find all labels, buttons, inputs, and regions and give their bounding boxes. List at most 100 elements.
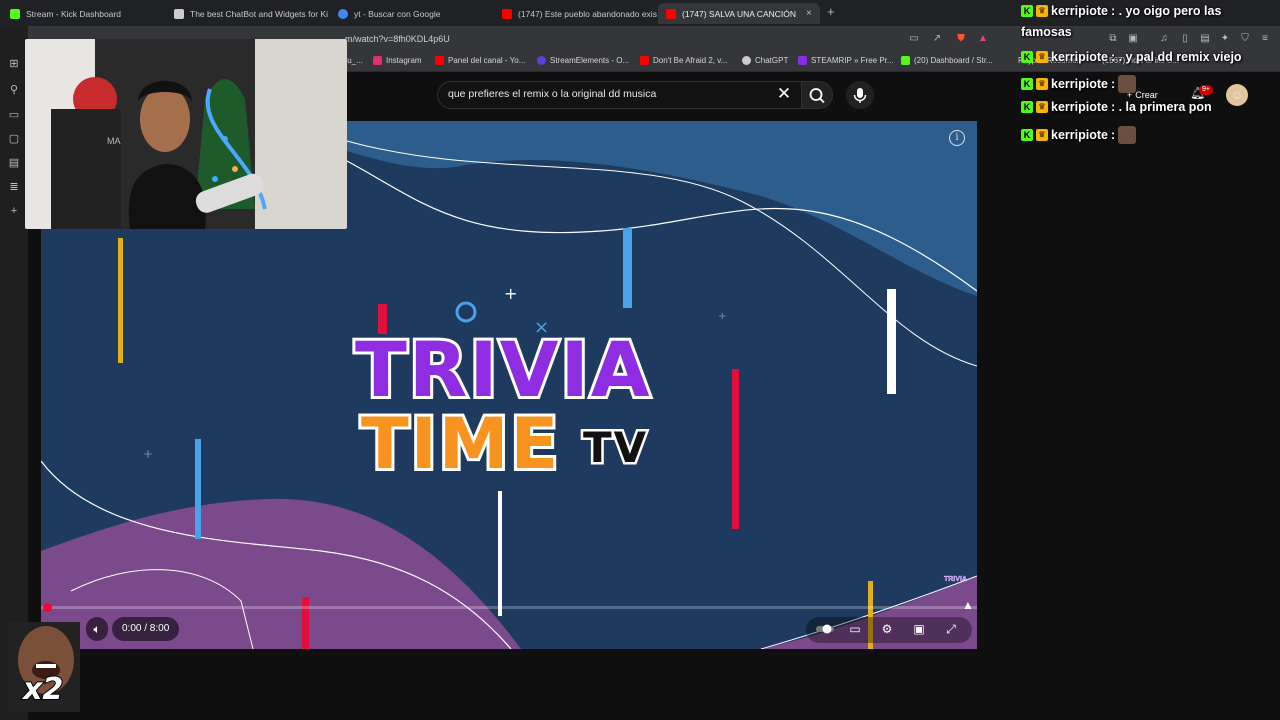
chat-message: K ♛ kerripiote : <box>1021 126 1137 144</box>
youtube-favicon-icon <box>502 8 512 19</box>
kick-icon <box>901 56 910 65</box>
kick-badge-icon: K <box>1021 129 1033 141</box>
chat-message: K ♛ kerripiote : . la primera pon <box>1021 100 1212 114</box>
crown-badge-icon: ♛ <box>1036 129 1048 141</box>
bookmark-streamelements[interactable]: StreamElements - O... <box>537 56 629 65</box>
settings-icon[interactable]: ⚙ <box>879 621 895 637</box>
chat-text: : . yo oigo pero las <box>1110 4 1222 18</box>
channel-watermark[interactable]: TRIVIA <box>944 576 967 583</box>
logo-tv: TV <box>580 421 649 475</box>
svg-text:+: + <box>718 311 726 322</box>
music-icon[interactable]: ♫ <box>1158 33 1170 45</box>
chat-message: K ♛ kerripiote : <box>1021 75 1137 93</box>
search-query: que prefieres el remix o la original dd … <box>448 88 657 100</box>
progress-bar[interactable] <box>41 606 977 609</box>
youtube-icon <box>640 56 649 65</box>
chatgpt-icon <box>742 56 751 65</box>
sidebar-toggle-icon[interactable]: ▯ <box>1179 33 1191 45</box>
mouse-cursor-icon: ▲ <box>962 598 974 612</box>
youtube-icon <box>435 56 444 65</box>
chat-username: kerripiote <box>1051 4 1108 18</box>
search-button[interactable] <box>801 81 833 109</box>
extensions-icon[interactable]: ⧉ <box>1107 33 1119 45</box>
webcam-feed <box>25 39 347 229</box>
new-tab-button[interactable]: + <box>827 4 835 19</box>
menu-icon[interactable]: ≡ <box>1259 33 1271 45</box>
site-favicon-icon <box>174 8 184 19</box>
brave-rewards-icon[interactable]: ▲ <box>977 33 989 45</box>
crown-badge-icon: ♛ <box>1036 5 1048 17</box>
autoplay-toggle-icon[interactable] <box>815 621 835 637</box>
tab-title: Stream - Kick Dashboard <box>26 8 121 19</box>
chat-username: kerripiote <box>1051 100 1108 114</box>
subtitles-icon[interactable]: ▭ <box>847 621 863 637</box>
streamelements-icon <box>537 56 546 65</box>
bookmark-chatgpt[interactable]: ChatGPT <box>742 56 788 65</box>
multiplier-label: x2 <box>22 671 64 708</box>
youtube-favicon-icon <box>666 8 676 19</box>
bookmark-dashboard[interactable]: (20) Dashboard / Str... <box>901 56 993 65</box>
tab-chatbot-widgets[interactable]: The best ChatBot and Widgets for Ki <box>166 3 330 24</box>
tab-youtube-salva[interactable]: (1747) SALVA UNA CANCIÓN × <box>658 3 820 24</box>
kick-badge-icon: K <box>1021 101 1033 113</box>
volume-icon[interactable]: 🔈︎ <box>86 617 108 641</box>
bookmarks-icon[interactable]: ⚲ <box>7 83 21 97</box>
chat-message: K ♛ kerripiote : . yo oigo pero las <box>1021 4 1221 18</box>
apps-grid-icon[interactable]: ⊞ <box>7 57 21 71</box>
bookmark-dont-be-afraid[interactable]: Don't Be Afraid 2, v... <box>640 56 727 65</box>
bookmark-item[interactable]: tu_... <box>345 56 363 65</box>
crown-badge-icon: ♛ <box>1036 51 1048 63</box>
voice-search-button[interactable] <box>846 81 874 109</box>
vpn-shield-icon[interactable]: ⛉ <box>1239 33 1251 45</box>
notes-icon[interactable]: ≣ <box>7 180 21 194</box>
chat-username: kerripiote <box>1051 50 1108 64</box>
tab-title: (1747) Este pueblo abandonado exis <box>518 8 657 19</box>
url-field[interactable]: m/watch?v=8fh0KDL4p6U <box>345 34 450 44</box>
brave-shield-icon[interactable]: ⛊ <box>955 33 967 45</box>
shirt-text: MA <box>107 136 121 146</box>
tab-youtube-pueblo[interactable]: (1747) Este pueblo abandonado exis <box>494 3 658 24</box>
tab-title: yt - Buscar con Google <box>354 8 441 19</box>
bookmark-panel-canal[interactable]: Panel del canal - Yo... <box>435 56 525 65</box>
google-favicon-icon <box>338 8 348 19</box>
kick-badge-icon: K <box>1021 51 1033 63</box>
tab-kick-dashboard[interactable]: Stream - Kick Dashboard <box>2 3 166 24</box>
svg-text:+: + <box>504 284 517 303</box>
steamrip-icon <box>798 56 807 65</box>
chat-username: kerripiote <box>1051 128 1108 142</box>
microphone-icon <box>853 88 867 103</box>
wallet-icon[interactable]: ▤ <box>1199 33 1211 45</box>
wallet-icon[interactable]: ▢ <box>7 132 21 146</box>
chat-text: : <box>1110 128 1116 142</box>
bookmark-instagram[interactable]: Instagram <box>373 56 422 65</box>
logo-line-time: TIME <box>358 400 561 488</box>
share-icon[interactable]: ↗ <box>931 33 943 45</box>
close-tab-icon[interactable]: × <box>806 8 812 19</box>
progress-scrubber[interactable] <box>43 603 52 612</box>
leo-ai-icon[interactable]: ✦ <box>1219 33 1231 45</box>
user-avatar[interactable]: ☺ <box>1226 84 1248 106</box>
history-icon[interactable]: ▤ <box>7 156 21 170</box>
crown-badge-icon: ♛ <box>1036 78 1048 90</box>
reading-list-icon[interactable]: ▭ <box>7 108 21 122</box>
tab-title: (1747) SALVA UNA CANCIÓN <box>682 8 797 19</box>
fullscreen-icon[interactable]: ⤢ <box>943 621 959 637</box>
wallet-icon[interactable]: ▣ <box>1127 33 1139 45</box>
svg-text:+: + <box>143 447 153 461</box>
bookmark-steamrip[interactable]: STEAMRIP » Free Pr... <box>798 56 894 65</box>
chat-text: famosas <box>1021 25 1072 39</box>
clear-search-icon[interactable]: ✕ <box>776 84 792 104</box>
kick-badge-icon: K <box>1021 78 1033 90</box>
chat-text: : . la primera pon <box>1110 100 1212 114</box>
cast-icon[interactable]: ▭ <box>908 33 920 45</box>
miniplayer-icon[interactable]: ▣ <box>911 621 927 637</box>
browser-sidebar <box>0 26 28 720</box>
info-icon[interactable]: i <box>949 130 965 146</box>
kick-badge-icon: K <box>1021 5 1033 17</box>
add-panel-icon[interactable]: + <box>7 204 21 218</box>
search-icon <box>809 88 825 104</box>
tab-google-search[interactable]: yt - Buscar con Google <box>330 3 494 24</box>
instagram-icon <box>373 56 382 65</box>
kick-favicon-icon <box>10 8 20 19</box>
webcam-overlay <box>25 39 347 229</box>
